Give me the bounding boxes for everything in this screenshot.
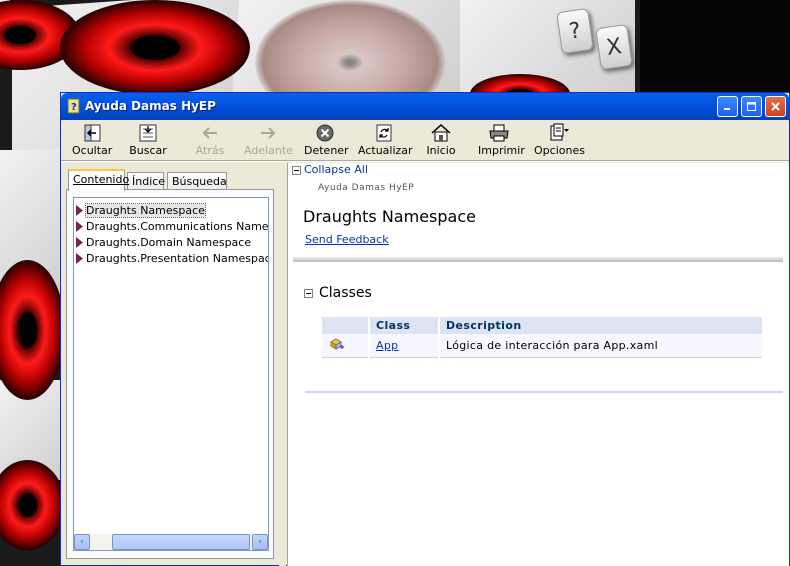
stop-label: Detener — [304, 144, 349, 157]
tree-node-label: Draughts Namespace — [85, 203, 206, 218]
locate-icon — [139, 124, 157, 142]
help-window: ? Ayuda Damas HyEP Ocultar Buscar Atrás … — [60, 92, 790, 566]
tree-node[interactable]: Draughts.Presentation Namespace — [76, 251, 269, 266]
class-link[interactable]: App — [376, 339, 398, 352]
table-row: App Lógica de interacción para App.xaml — [322, 334, 764, 358]
print-button[interactable]: Imprimir — [478, 123, 525, 159]
board-square — [640, 0, 790, 92]
scroll-left-button[interactable]: ‹ — [74, 534, 90, 550]
horizontal-scrollbar[interactable]: ‹ › — [74, 534, 268, 550]
tree-node-label: Draughts.Communications Namespace — [86, 220, 269, 233]
options-button[interactable]: Opciones — [534, 123, 585, 159]
hide-pane-icon — [84, 124, 101, 142]
minimize-button[interactable] — [717, 96, 738, 117]
tab-contents[interactable]: Contenido — [68, 169, 129, 191]
forward-button[interactable]: Adelante — [244, 123, 293, 159]
scroll-right-button[interactable]: › — [252, 534, 268, 550]
book-icon — [76, 237, 83, 248]
collapse-icon — [292, 165, 301, 175]
table-header-description: Description — [439, 317, 764, 334]
collapse-all-label: Collapse All — [304, 163, 368, 176]
tab-contents-label: Contenido — [73, 173, 130, 186]
header-band — [293, 256, 783, 262]
section-collapse-icon — [304, 288, 313, 298]
contents-tree[interactable]: Draughts Namespace Draughts.Communicatio… — [73, 197, 269, 551]
refresh-button[interactable]: Actualizar — [358, 123, 413, 159]
pane-splitter[interactable] — [279, 163, 286, 566]
book-icon — [76, 205, 83, 216]
stop-button[interactable]: Detener — [304, 123, 349, 159]
home-label: Inicio — [426, 144, 456, 157]
toolbar: Ocultar Buscar Atrás Adelante Detener Ac… — [64, 121, 786, 161]
back-arrow-icon — [202, 127, 217, 139]
close-icon — [771, 102, 780, 111]
contents-panel: Draughts Namespace Draughts.Communicatio… — [66, 189, 274, 559]
topic-content: Collapse All Ayuda Damas HyEP Draughts N… — [287, 163, 789, 566]
back-label: Atrás — [195, 144, 225, 157]
hide-label: Ocultar — [72, 144, 113, 157]
locate-button[interactable]: Buscar — [128, 123, 168, 159]
game-close-button[interactable]: X — [595, 23, 633, 71]
class-description: Lógica de interacción para App.xaml — [439, 334, 764, 358]
tab-index-label: Índice — [132, 175, 166, 188]
book-icon — [76, 221, 83, 232]
home-icon — [431, 123, 451, 142]
table-header-icon — [322, 317, 370, 334]
refresh-icon — [376, 124, 392, 142]
printer-icon — [489, 124, 509, 142]
toolbar-divider — [61, 160, 789, 162]
send-feedback-link[interactable]: Send Feedback — [305, 233, 389, 246]
forward-arrow-icon — [261, 127, 276, 139]
page-title: Draughts Namespace — [303, 207, 476, 226]
class-icon-cell — [322, 334, 370, 358]
book-icon — [76, 253, 83, 264]
stop-icon — [316, 124, 334, 142]
tab-search-label: Búsqueda — [172, 175, 227, 188]
table-header-class: Class — [369, 317, 440, 334]
tree-node[interactable]: Draughts.Domain Namespace — [76, 235, 251, 250]
locate-label: Buscar — [129, 144, 167, 157]
section-title: Classes — [319, 285, 372, 301]
scrollbar-thumb[interactable] — [112, 534, 250, 550]
options-icon — [550, 123, 569, 141]
breadcrumb: Ayuda Damas HyEP — [318, 183, 415, 193]
maximize-icon — [747, 102, 756, 111]
close-button[interactable] — [765, 96, 786, 117]
tree-node-label: Draughts.Domain Namespace — [86, 236, 252, 249]
class-name-cell: App — [369, 334, 440, 358]
forward-label: Adelante — [244, 144, 293, 157]
tree-node[interactable]: Draughts Namespace — [76, 203, 206, 218]
options-label: Opciones — [534, 144, 585, 157]
title-bar[interactable]: ? Ayuda Damas HyEP — [61, 93, 789, 120]
hide-button[interactable]: Ocultar — [72, 123, 112, 159]
section-divider — [305, 391, 783, 393]
collapse-all-toggle[interactable]: Collapse All — [292, 163, 368, 176]
print-label: Imprimir — [478, 144, 525, 157]
tree-node[interactable]: Draughts.Communications Namespace — [76, 219, 269, 234]
game-help-button[interactable]: ? — [556, 7, 594, 55]
tab-index[interactable]: Índice — [127, 172, 166, 190]
window-title: Ayuda Damas HyEP — [85, 99, 216, 113]
tree-node-label: Draughts.Presentation Namespace — [86, 252, 269, 265]
home-button[interactable]: Inicio — [426, 123, 456, 159]
help-file-icon: ? — [67, 98, 80, 114]
classes-table: Class Description App Lógica de interacc… — [322, 317, 764, 358]
refresh-label: Actualizar — [358, 144, 413, 157]
class-icon — [330, 338, 344, 350]
table-header-row: Class Description — [322, 317, 764, 334]
svg-text:?: ? — [71, 102, 77, 113]
tab-search[interactable]: Búsqueda — [167, 172, 227, 190]
classes-section-header[interactable]: Classes — [304, 285, 372, 301]
minimize-icon — [724, 108, 730, 110]
maximize-button[interactable] — [741, 96, 762, 117]
back-button[interactable]: Atrás — [190, 123, 230, 159]
red-game-piece[interactable] — [60, 0, 250, 95]
